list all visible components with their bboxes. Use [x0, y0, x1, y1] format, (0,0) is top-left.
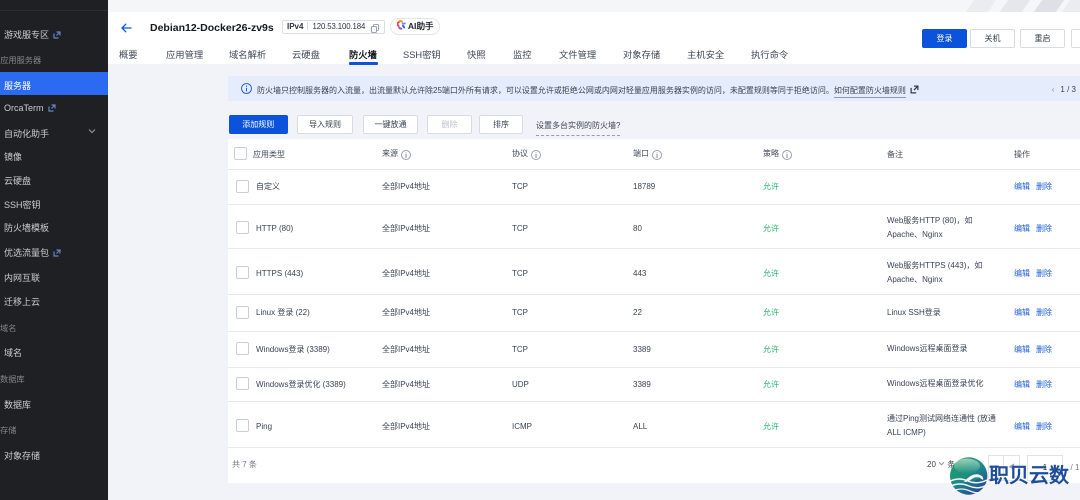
svg-text:职贝云数: 职贝云数 — [989, 463, 1070, 487]
